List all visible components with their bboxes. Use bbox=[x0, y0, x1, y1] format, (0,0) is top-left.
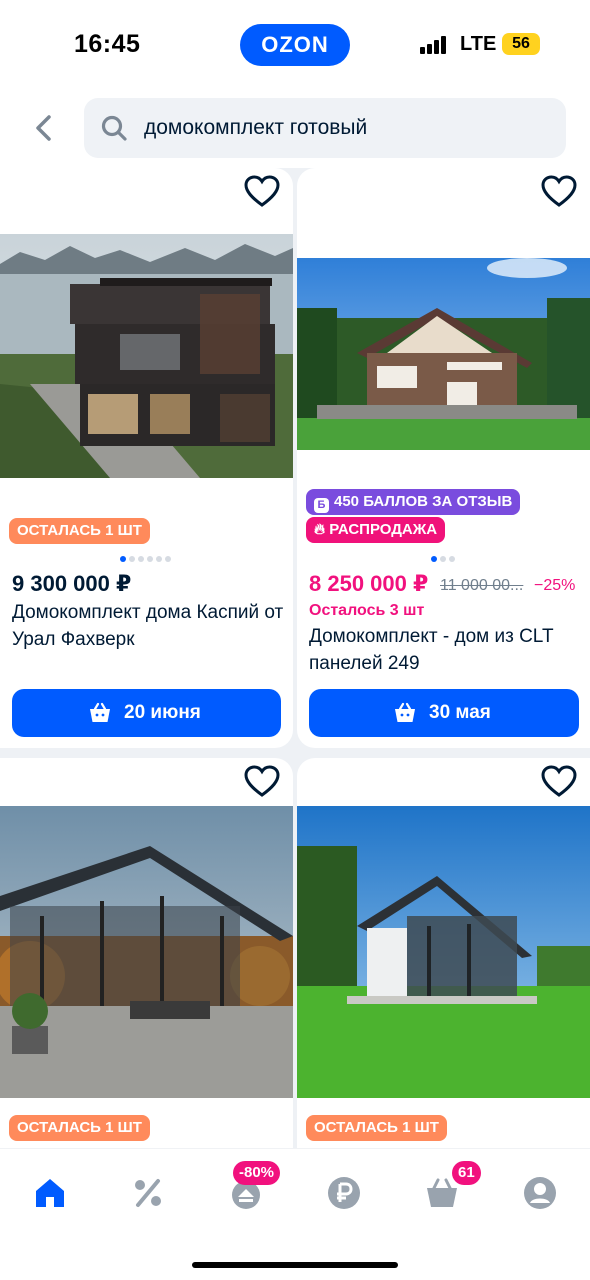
ozon-logo: OZON bbox=[240, 24, 350, 66]
stock-badge: ОСТАЛАСЬ 1 ШТ bbox=[9, 518, 150, 544]
delivery-date: 20 июня bbox=[124, 702, 201, 723]
favorite-heart-icon[interactable] bbox=[540, 174, 578, 208]
home-icon[interactable] bbox=[32, 1175, 68, 1211]
product-title[interactable]: Домокомплект дома Каспий от Урал Фахверк bbox=[12, 599, 284, 653]
product-card[interactable]: Б 450 БАЛЛОВ ЗА ОТЗЫВ 🔥︎ РАСПРОДАЖА 8 250… bbox=[297, 168, 590, 748]
points-icon: Б bbox=[314, 498, 329, 513]
signal-icon bbox=[420, 36, 446, 54]
status-bar: 16:45 OZON LTE 56 bbox=[0, 0, 590, 90]
product-image[interactable] bbox=[297, 806, 590, 1098]
stock-badge: ОСТАЛАСЬ 1 ШТ bbox=[306, 1115, 447, 1141]
product-price: 9 300 000 ₽ bbox=[12, 571, 132, 596]
basket-icon bbox=[90, 702, 110, 722]
basket-icon bbox=[395, 702, 415, 722]
search-query-text: домокомплект готовый bbox=[144, 116, 368, 139]
product-price: 8 250 000 ₽ bbox=[309, 571, 429, 596]
home-indicator bbox=[192, 1262, 398, 1268]
bottom-navigation: -80% 61 bbox=[0, 1148, 590, 1280]
review-points-text: 450 БАЛЛОВ ЗА ОТЗЫВ bbox=[334, 493, 513, 510]
old-price: 11 000 00... bbox=[440, 577, 524, 594]
cart-count-badge: 61 bbox=[452, 1161, 481, 1185]
network-type: LTE bbox=[460, 33, 497, 55]
product-image[interactable] bbox=[0, 806, 293, 1098]
image-pager-dots bbox=[431, 556, 461, 564]
product-card[interactable]: ОСТАЛАСЬ 1 ШТ 9 300 000 ₽ Домокомплект д… bbox=[0, 168, 293, 748]
status-time: 16:45 bbox=[74, 30, 141, 58]
sale-badge: 🔥︎ РАСПРОДАЖА bbox=[306, 517, 446, 543]
product-title[interactable]: Домокомплект - дом из CLT панелей 249 bbox=[309, 623, 581, 677]
stock-remaining: Осталось 3 шт bbox=[309, 602, 425, 619]
back-arrow-icon[interactable] bbox=[26, 110, 62, 146]
percent-icon[interactable] bbox=[130, 1175, 166, 1211]
favorite-heart-icon[interactable] bbox=[540, 764, 578, 798]
delivery-date: 30 мая bbox=[429, 702, 491, 723]
profile-icon[interactable] bbox=[522, 1175, 558, 1211]
product-card[interactable]: ОСТАЛАСЬ 1 ШТ bbox=[297, 758, 590, 1158]
search-header: домокомплект готовый bbox=[0, 90, 590, 168]
discount-percent: −25% bbox=[534, 577, 576, 594]
add-to-cart-button[interactable]: 30 мая bbox=[309, 689, 579, 737]
battery-indicator: 56 bbox=[502, 33, 540, 55]
search-icon bbox=[101, 115, 127, 141]
image-pager-dots bbox=[120, 556, 180, 564]
add-to-cart-button[interactable]: 20 июня bbox=[12, 689, 281, 737]
flame-icon: 🔥︎ bbox=[314, 521, 326, 538]
stock-badge: ОСТАЛАСЬ 1 ШТ bbox=[9, 1115, 150, 1141]
favorite-heart-icon[interactable] bbox=[243, 174, 281, 208]
search-input[interactable]: домокомплект готовый bbox=[84, 98, 566, 158]
ruble-icon[interactable] bbox=[326, 1175, 362, 1211]
product-card[interactable]: ОСТАЛАСЬ 1 ШТ bbox=[0, 758, 293, 1158]
sale-badge-text: РАСПРОДАЖА bbox=[329, 521, 438, 538]
discount-badge: -80% bbox=[233, 1161, 281, 1185]
review-points-badge: Б 450 БАЛЛОВ ЗА ОТЗЫВ bbox=[306, 489, 521, 515]
product-image[interactable] bbox=[0, 234, 293, 478]
product-image[interactable] bbox=[297, 258, 590, 450]
favorite-heart-icon[interactable] bbox=[243, 764, 281, 798]
